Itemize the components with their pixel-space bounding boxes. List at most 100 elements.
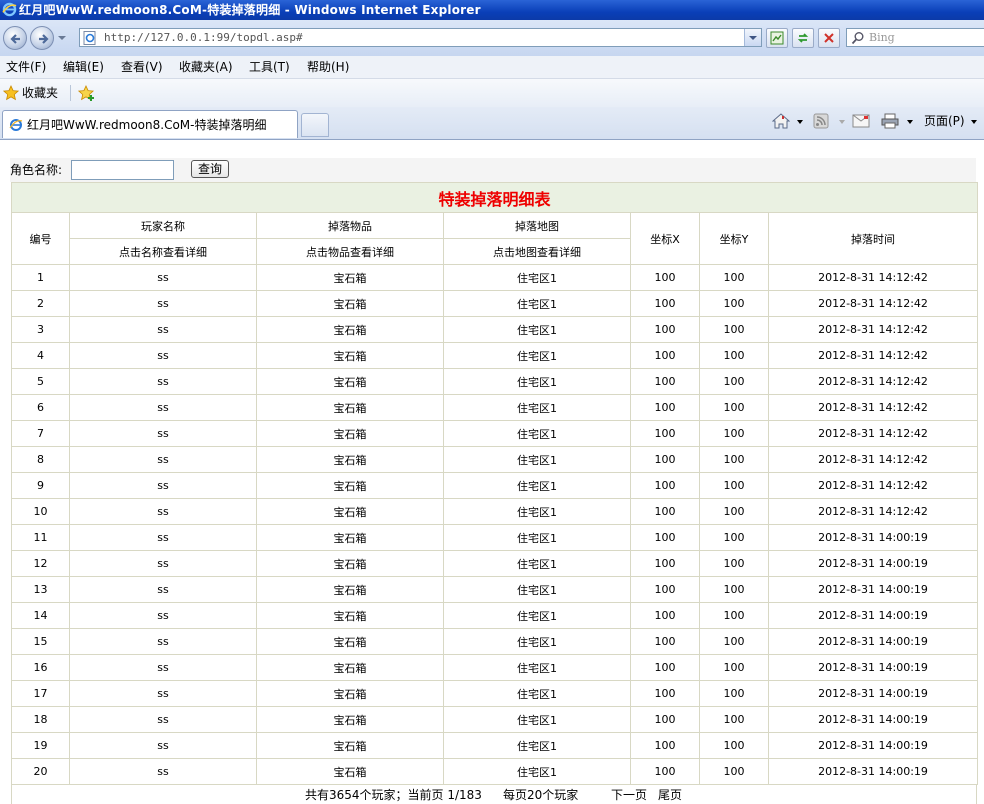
- cell-player-name[interactable]: ss: [69, 264, 257, 291]
- cell-player-name[interactable]: ss: [69, 446, 257, 473]
- cell-drop-item[interactable]: 宝石箱: [256, 732, 444, 759]
- cell-drop-map[interactable]: 住宅区1: [443, 316, 631, 343]
- cell-drop-item[interactable]: 宝石箱: [256, 550, 444, 577]
- cell-drop-item[interactable]: 宝石箱: [256, 498, 444, 525]
- cell-drop-map[interactable]: 住宅区1: [443, 342, 631, 369]
- cell-coord-y: 100: [699, 316, 769, 343]
- cell-drop-item[interactable]: 宝石箱: [256, 524, 444, 551]
- cell-player-name[interactable]: ss: [69, 316, 257, 343]
- page-menu-button[interactable]: 页面(P): [924, 113, 984, 131]
- cell-drop-map[interactable]: 住宅区1: [443, 680, 631, 707]
- address-dropdown-icon[interactable]: [744, 29, 761, 46]
- page-content: 角色名称: 查询 特装掉落明细表 编号 玩家名称 掉落物品 掉落地图 坐标X 坐…: [0, 140, 984, 804]
- cell-drop-item[interactable]: 宝石箱: [256, 706, 444, 733]
- print-button[interactable]: [881, 113, 915, 131]
- drop-detail-table: 特装掉落明细表 编号 玩家名称 掉落物品 掉落地图 坐标X 坐标Y 掉落时间 点…: [10, 182, 979, 785]
- cell-drop-map[interactable]: 住宅区1: [443, 576, 631, 603]
- read-mail-button[interactable]: [852, 113, 872, 131]
- cell-player-name[interactable]: ss: [69, 758, 257, 785]
- cell-drop-map[interactable]: 住宅区1: [443, 472, 631, 499]
- tab-active[interactable]: 红月吧WwW.redmoon8.CoM-特装掉落明细: [2, 110, 298, 138]
- cell-player-name[interactable]: ss: [69, 654, 257, 681]
- query-button[interactable]: 查询: [191, 160, 229, 178]
- cell-coord-y: 100: [699, 628, 769, 655]
- cell-drop-item[interactable]: 宝石箱: [256, 680, 444, 707]
- cell-player-name[interactable]: ss: [69, 524, 257, 551]
- home-button[interactable]: [772, 113, 806, 131]
- add-to-favorites-icon[interactable]: [78, 84, 96, 102]
- cell-player-name[interactable]: ss: [69, 680, 257, 707]
- cell-player-name[interactable]: ss: [69, 732, 257, 759]
- cell-drop-map[interactable]: 住宅区1: [443, 758, 631, 785]
- cell-player-name[interactable]: ss: [69, 628, 257, 655]
- cell-drop-item[interactable]: 宝石箱: [256, 394, 444, 421]
- cell-drop-item[interactable]: 宝石箱: [256, 628, 444, 655]
- cell-player-name[interactable]: ss: [69, 602, 257, 629]
- compatibility-view-button[interactable]: [766, 28, 788, 48]
- menu-help[interactable]: 帮助(H): [307, 56, 349, 78]
- cell-drop-map[interactable]: 住宅区1: [443, 654, 631, 681]
- cell-drop-map[interactable]: 住宅区1: [443, 446, 631, 473]
- cell-drop-map[interactable]: 住宅区1: [443, 602, 631, 629]
- cell-drop-map[interactable]: 住宅区1: [443, 498, 631, 525]
- address-field[interactable]: http://127.0.0.1:99/topdl.asp#: [79, 28, 762, 47]
- menu-edit[interactable]: 编辑(E): [63, 56, 104, 78]
- cell-drop-map[interactable]: 住宅区1: [443, 290, 631, 317]
- last-page-link[interactable]: 尾页: [658, 787, 682, 803]
- search-field[interactable]: Bing: [846, 28, 984, 47]
- feeds-button[interactable]: [813, 113, 847, 131]
- new-tab-button[interactable]: [301, 113, 329, 137]
- cell-drop-item[interactable]: 宝石箱: [256, 602, 444, 629]
- history-dropdown-icon[interactable]: [58, 36, 66, 40]
- cell-drop-item[interactable]: 宝石箱: [256, 472, 444, 499]
- table-row: 12 ss 宝石箱 住宅区1 100 100 2012-8-31 14:00:19: [11, 550, 979, 577]
- menu-favorites[interactable]: 收藏夹(A): [179, 56, 233, 78]
- cell-player-name[interactable]: ss: [69, 342, 257, 369]
- cell-drop-item[interactable]: 宝石箱: [256, 342, 444, 369]
- role-name-input[interactable]: [71, 160, 174, 180]
- menu-tools[interactable]: 工具(T): [249, 56, 290, 78]
- refresh-button[interactable]: [792, 28, 814, 48]
- forward-button[interactable]: [30, 26, 54, 50]
- table-row: 15 ss 宝石箱 住宅区1 100 100 2012-8-31 14:00:19: [11, 628, 979, 655]
- cell-drop-map[interactable]: 住宅区1: [443, 368, 631, 395]
- cell-drop-item[interactable]: 宝石箱: [256, 290, 444, 317]
- cell-drop-item[interactable]: 宝石箱: [256, 654, 444, 681]
- cell-id: 20: [11, 758, 70, 785]
- back-button[interactable]: [3, 26, 27, 50]
- cell-coord-x: 100: [630, 680, 700, 707]
- cell-player-name[interactable]: ss: [69, 498, 257, 525]
- cell-drop-map[interactable]: 住宅区1: [443, 732, 631, 759]
- cell-player-name[interactable]: ss: [69, 706, 257, 733]
- menu-view[interactable]: 查看(V): [121, 56, 163, 78]
- favorites-button[interactable]: 收藏夹: [22, 79, 58, 107]
- cell-player-name[interactable]: ss: [69, 576, 257, 603]
- cell-drop-item[interactable]: 宝石箱: [256, 446, 444, 473]
- cell-drop-time: 2012-8-31 14:00:19: [767, 550, 979, 577]
- cell-player-name[interactable]: ss: [69, 394, 257, 421]
- cell-drop-map[interactable]: 住宅区1: [443, 394, 631, 421]
- cell-drop-map[interactable]: 住宅区1: [443, 706, 631, 733]
- cell-drop-item[interactable]: 宝石箱: [256, 368, 444, 395]
- cell-player-name[interactable]: ss: [69, 420, 257, 447]
- cell-coord-y: 100: [699, 576, 769, 603]
- cell-drop-item[interactable]: 宝石箱: [256, 420, 444, 447]
- cell-drop-map[interactable]: 住宅区1: [443, 628, 631, 655]
- cell-drop-time: 2012-8-31 14:12:42: [767, 342, 979, 369]
- cell-drop-map[interactable]: 住宅区1: [443, 524, 631, 551]
- cell-drop-item[interactable]: 宝石箱: [256, 264, 444, 291]
- stop-button[interactable]: [818, 28, 840, 48]
- cell-player-name[interactable]: ss: [69, 472, 257, 499]
- cell-drop-map[interactable]: 住宅区1: [443, 264, 631, 291]
- cell-drop-time: 2012-8-31 14:12:42: [767, 316, 979, 343]
- cell-drop-map[interactable]: 住宅区1: [443, 550, 631, 577]
- menu-file[interactable]: 文件(F): [6, 56, 46, 78]
- next-page-link[interactable]: 下一页: [611, 787, 647, 803]
- cell-player-name[interactable]: ss: [69, 290, 257, 317]
- cell-drop-map[interactable]: 住宅区1: [443, 420, 631, 447]
- cell-drop-item[interactable]: 宝石箱: [256, 576, 444, 603]
- cell-player-name[interactable]: ss: [69, 368, 257, 395]
- cell-player-name[interactable]: ss: [69, 550, 257, 577]
- cell-drop-item[interactable]: 宝石箱: [256, 758, 444, 785]
- cell-drop-item[interactable]: 宝石箱: [256, 316, 444, 343]
